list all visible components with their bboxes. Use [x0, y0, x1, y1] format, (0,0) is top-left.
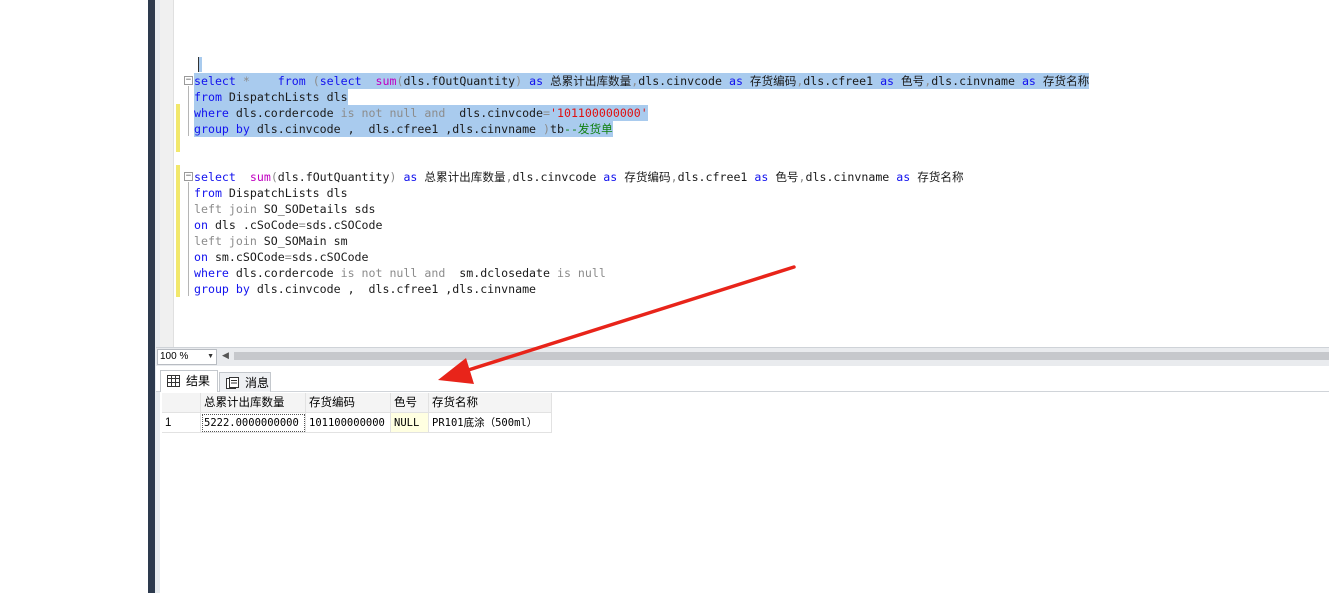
annotation-arrow [438, 265, 796, 384]
